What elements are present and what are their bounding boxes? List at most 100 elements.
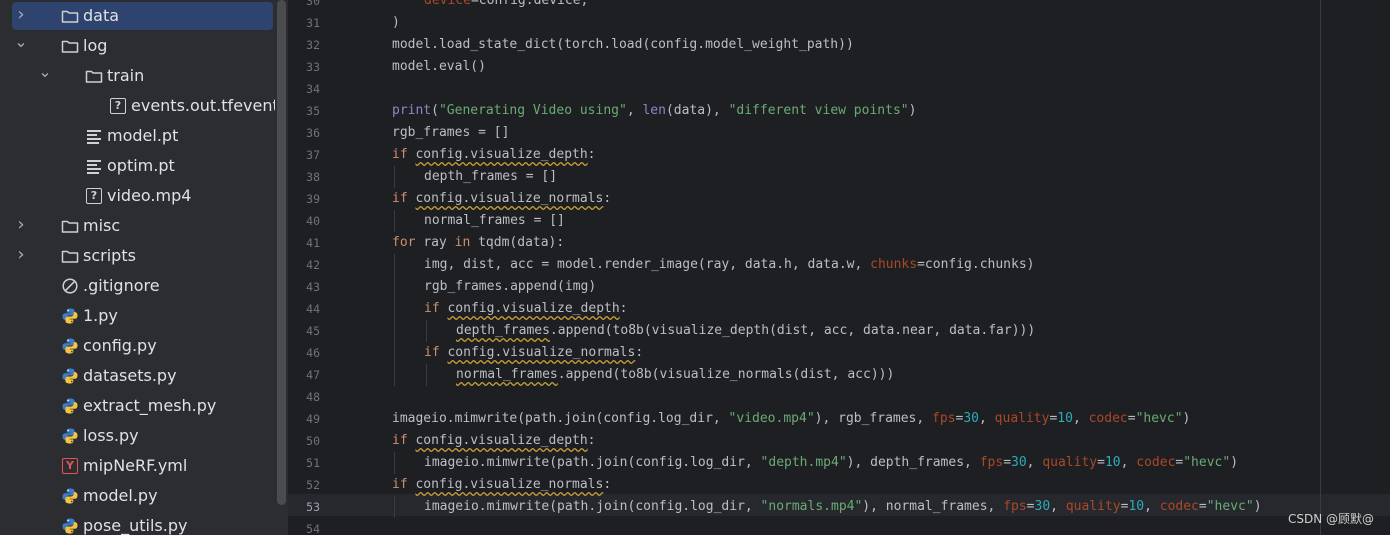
tree-item-label: misc (83, 216, 121, 235)
tree-item-label: data (83, 6, 120, 25)
tree-item-label: config.py (83, 336, 157, 355)
line-number: 32 (306, 38, 320, 52)
tree-item-events-out-tfevents-1[interactable]: ?events.out.tfevents.1 (0, 91, 275, 121)
code-token: tqdm(data): (478, 235, 565, 250)
scrollbar-thumb[interactable] (277, 0, 286, 505)
tree-item-model-py[interactable]: model.py (0, 481, 275, 511)
code-line[interactable]: if config.visualize_depth: (424, 298, 628, 320)
code-token: , (1026, 455, 1043, 470)
code-line[interactable]: if config.visualize_normals: (392, 474, 611, 496)
keyword-token: if (424, 301, 448, 316)
line-number: 46 (306, 346, 320, 360)
warning-token: config.visualize_normals (447, 345, 636, 360)
python-file-icon (61, 517, 79, 535)
folder-icon (61, 7, 79, 25)
line-number: 51 (306, 456, 320, 470)
selection-highlight (12, 2, 273, 30)
code-line[interactable]: imageio.mimwrite(path.join(config.log_di… (424, 496, 1262, 518)
code-line[interactable]: if config.visualize_normals: (392, 188, 611, 210)
tree-item-train[interactable]: ⌄ train (0, 61, 275, 91)
code-token: normal_frames = [] (424, 213, 565, 228)
string-token: "depth.mp4" (760, 455, 847, 470)
indent-guide (394, 496, 395, 518)
line-number: 50 (306, 434, 320, 448)
line-number: 38 (306, 170, 320, 184)
code-line[interactable]: img, dist, acc = model.render_image(ray,… (424, 254, 1035, 276)
string-token: "hevc" (1206, 499, 1254, 514)
code-line[interactable]: if config.visualize_depth: (392, 430, 596, 452)
tree-item-gitignore[interactable]: .gitignore (0, 271, 275, 301)
indent-guide (426, 364, 427, 386)
indent-guide (426, 320, 427, 342)
tree-item-misc[interactable]: › misc (0, 211, 275, 241)
code-token: ) (1182, 411, 1191, 426)
project-tree-scrollbar[interactable] (275, 0, 288, 535)
code-token: = (1097, 455, 1105, 470)
line-number: 39 (306, 192, 320, 206)
code-token: = (1003, 455, 1012, 470)
code-line[interactable]: for ray in tqdm(data): (392, 232, 564, 254)
code-editor[interactable]: 30 31 32 33 34 35 36 37 38 39 40 41 42 43 44 45 46 47 48 49… (288, 0, 1390, 535)
text-file-icon (85, 127, 103, 145)
code-token: : (587, 147, 596, 162)
chevron-right-icon[interactable]: › (13, 6, 29, 24)
code-line[interactable]: rgb_frames.append(img) (424, 276, 596, 298)
number-token: 30 (963, 411, 980, 426)
code-line[interactable]: imageio.mimwrite(path.join(config.log_di… (424, 452, 1238, 474)
code-line[interactable]: imageio.mimwrite(path.join(config.log_di… (392, 408, 1190, 430)
code-token: : (603, 191, 612, 206)
indent-guide (394, 210, 395, 232)
line-number: 42 (306, 258, 320, 272)
code-line[interactable]: if config.visualize_normals: (424, 342, 643, 364)
tree-item-video-mp4[interactable]: ? video.mp4 (0, 181, 275, 211)
python-file-icon (61, 337, 79, 355)
code-token: , (1120, 455, 1137, 470)
chevron-down-icon[interactable]: ⌄ (37, 64, 53, 80)
code-line[interactable]: device=config.device, (424, 0, 588, 12)
code-line[interactable]: depth_frames.append(to8b(visualize_depth… (456, 320, 1035, 342)
code-line[interactable]: model.load_state_dict(torch.load(config.… (392, 34, 854, 56)
tree-item-label: loss.py (83, 426, 139, 445)
code-line[interactable]: rgb_frames = [] (392, 122, 509, 144)
tree-item-scripts[interactable]: › scripts (0, 241, 275, 271)
code-line[interactable]: model.eval() (392, 56, 486, 78)
tree-item-model-pt[interactable]: model.pt (0, 121, 275, 151)
watermark: CSDN @顾默@ (1287, 512, 1374, 526)
number-token: 30 (1011, 455, 1027, 470)
tree-item-1-py[interactable]: 1.py (0, 301, 275, 331)
string-token: "hevc" (1183, 455, 1231, 470)
code-line[interactable]: depth_frames = [] (424, 166, 557, 188)
tree-item-label: mipNeRF.yml (83, 456, 188, 475)
code-line[interactable]: if config.visualize_depth: (392, 144, 596, 166)
chevron-down-icon[interactable]: ⌄ (13, 34, 29, 50)
tree-item-log[interactable]: ⌄ log (0, 31, 275, 61)
string-token: "normals.mp4" (760, 499, 863, 514)
code-token: (data), (665, 103, 729, 118)
tree-item-mipnerf-yml[interactable]: YmipNeRF.yml (0, 451, 275, 481)
tree-item-optim-pt[interactable]: optim.pt (0, 151, 275, 181)
code-line[interactable]: normal_frames = [] (424, 210, 565, 232)
tree-item-extract-mesh-py[interactable]: extract_mesh.py (0, 391, 275, 421)
folder-icon (85, 67, 103, 85)
tree-item-label: .gitignore (83, 276, 160, 295)
code-token: =config.device, (470, 0, 589, 8)
tree-item-datasets-py[interactable]: datasets.py (0, 361, 275, 391)
ignore-file-icon (61, 277, 79, 295)
code-line[interactable]: print("Generating Video using", len(data… (392, 100, 916, 122)
tree-item-pose-utils-py[interactable]: pose_utils.py (0, 511, 275, 535)
code-token: ) (1253, 499, 1262, 514)
code-token: img, dist, acc = model.render_image(ray,… (424, 257, 871, 272)
code-line[interactable]: normal_frames.append(to8b(visualize_norm… (456, 364, 894, 386)
tree-item-data[interactable]: › data (0, 1, 275, 31)
warning-token: depth_frames (456, 323, 550, 338)
code-token: = (1198, 499, 1207, 514)
tree-item-config-py[interactable]: config.py (0, 331, 275, 361)
number-token: 10 (1104, 455, 1121, 470)
line-number: 41 (306, 236, 320, 250)
chevron-right-icon[interactable]: › (13, 216, 29, 234)
tree-item-loss-py[interactable]: loss.py (0, 421, 275, 451)
code-line[interactable]: ) (392, 12, 400, 34)
warning-token: config.visualize_depth (415, 147, 588, 162)
chevron-right-icon[interactable]: › (13, 246, 29, 264)
python-file-icon (61, 487, 79, 505)
